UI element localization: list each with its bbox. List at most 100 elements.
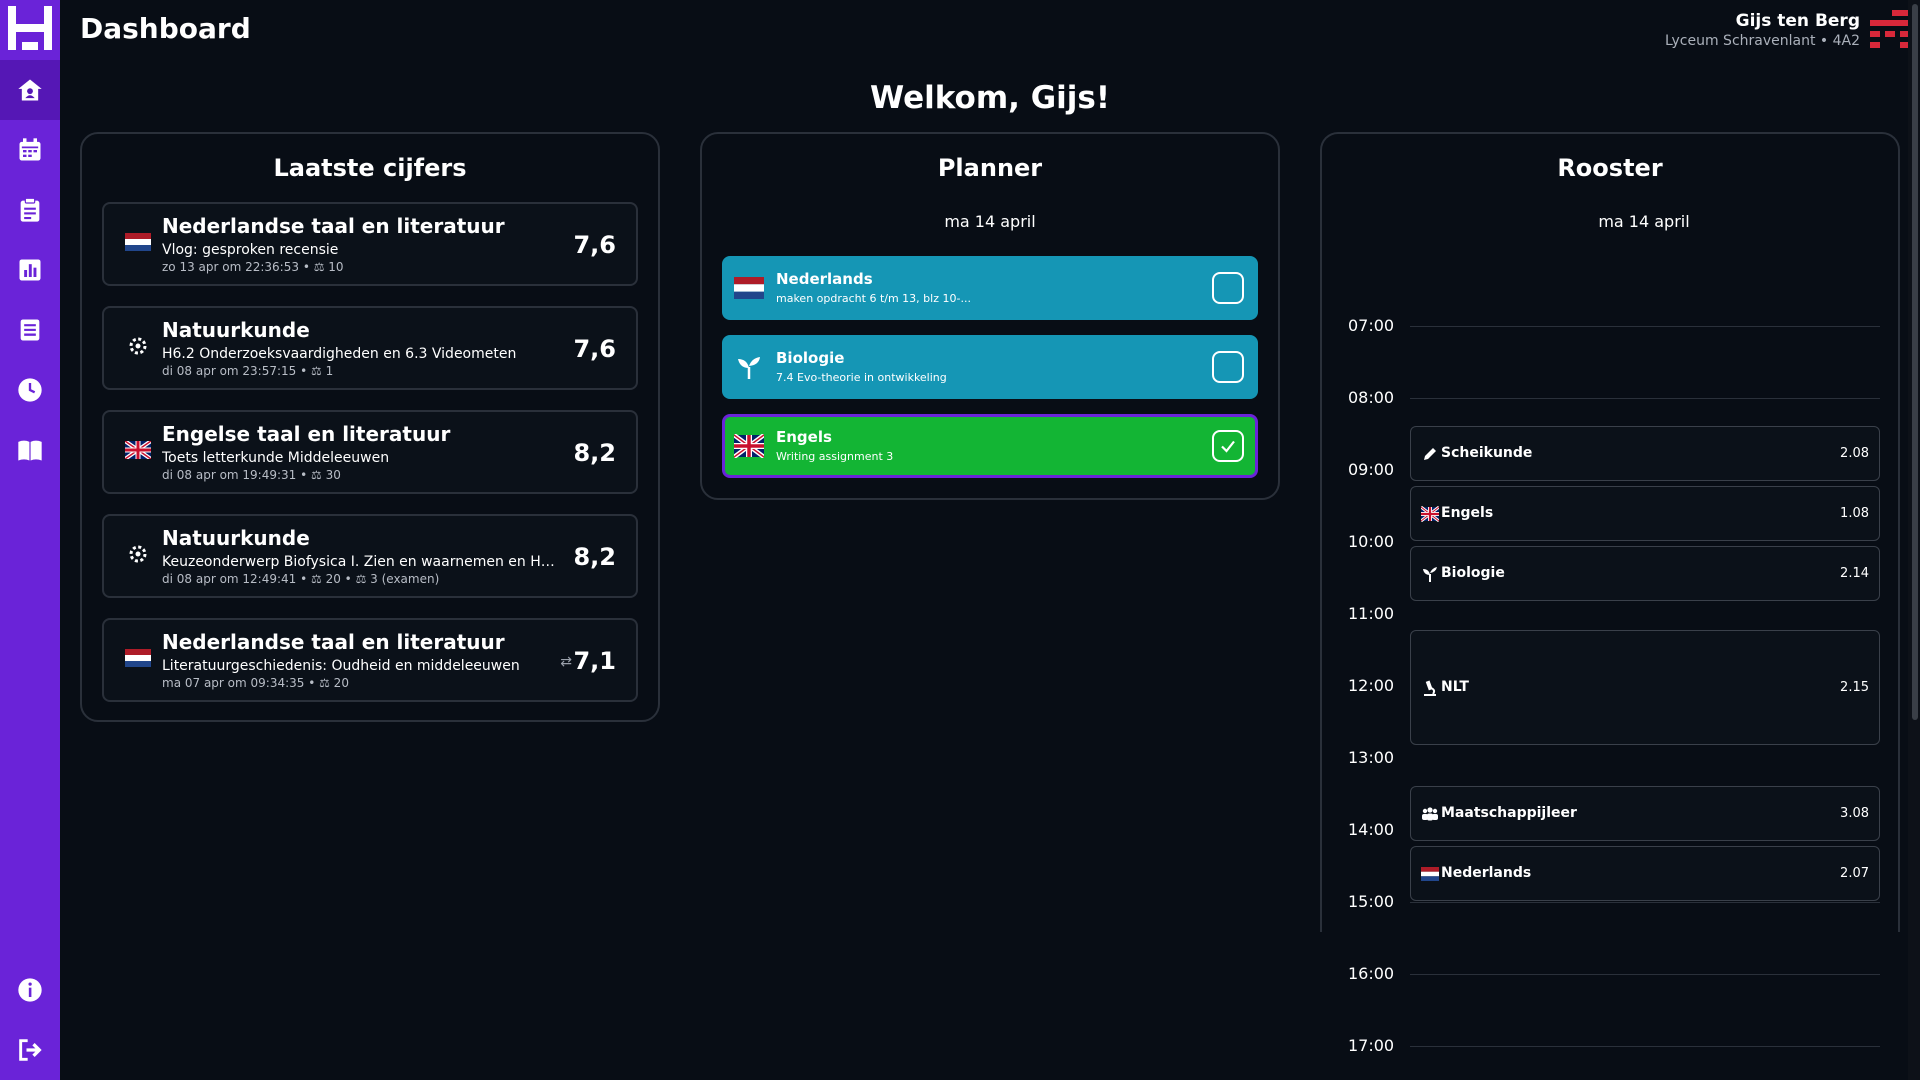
grade-item[interactable]: Natuurkunde H6.2 Onderzoeksvaardigheden … [102,306,638,390]
nav-library[interactable] [0,420,60,480]
grade-meta: zo 13 apr om 22:36:53 • ⚖ 10 [162,260,344,274]
logout-icon [19,1039,42,1061]
lesson-name: Scheikunde [1441,445,1533,461]
app-logo-icon[interactable] [8,6,52,52]
lesson-room: 1.08 [1840,506,1869,521]
school-logo-icon [1870,10,1910,48]
user-name: Gijs ten Berg [1735,11,1860,31]
lesson-name: Engels [1441,505,1494,521]
nav-info[interactable] [0,960,60,1020]
task-checkbox[interactable] [1212,272,1244,304]
hour-line [1410,326,1880,327]
home-icon [18,79,42,101]
open-book-icon [18,440,42,461]
task-title: Nederlands [776,270,873,288]
task-title: Biologie [776,349,845,367]
dutch-flag-icon [734,277,764,299]
schedule-lesson[interactable]: Nederlands 2.07 [1410,846,1880,901]
task-title: Engels [776,428,832,446]
lesson-name: Nederlands [1441,865,1532,881]
dutch-flag-icon [1421,867,1439,881]
task-description: maken opdracht 6 t/m 13, blz 10-... [776,292,971,305]
planner-task[interactable]: Biologie 7.4 Evo-theorie in ontwikkeling [722,335,1258,399]
grade-meta: ma 07 apr om 09:34:35 • ⚖ 20 [162,676,349,690]
latest-grades-panel: Laatste cijfers Nederlandse taal en lite… [80,132,660,722]
hour-label: 12:00 [1348,676,1395,695]
grade-description: H6.2 Onderzoeksvaardigheden en 6.3 Video… [162,346,517,362]
chart-icon [19,259,41,281]
schedule-lesson[interactable]: Engels 1.08 [1410,486,1880,541]
grade-description: Vlog: gesproken recensie [162,242,339,258]
hour-label: 08:00 [1348,388,1395,407]
nav-grades[interactable] [0,240,60,300]
schedule-panel: Rooster ma 14 april 07:00 08:00 09:00 10… [1320,132,1900,1055]
nav-absences[interactable] [0,360,60,420]
grade-subject: Natuurkunde [162,526,310,550]
grade-item[interactable]: Nederlandse taal en literatuur Vlog: ges… [102,202,638,286]
schedule-date: ma 14 april [1598,212,1690,231]
task-checkbox[interactable] [1212,351,1244,383]
planner-task[interactable]: Engels Writing assignment 3 [722,414,1258,478]
grade-value: 8,2 [573,439,616,467]
grade-description: Keuzeonderwerp Biofysica I. Zien en waar… [162,554,562,570]
nav-home[interactable] [0,60,60,120]
planner-task[interactable]: Nederlands maken opdracht 6 t/m 13, blz … [722,256,1258,320]
grade-meta: di 08 apr om 12:49:41 • ⚖ 20 • ⚖ 3 (exam… [162,572,440,586]
lesson-name: NLT [1441,679,1469,695]
grade-item[interactable]: Nederlandse taal en literatuur Literatuu… [102,618,638,702]
lesson-room: 2.08 [1840,446,1869,461]
nav-logout[interactable] [0,1020,60,1080]
planner-panel: Planner ma 14 april Nederlands maken opd… [700,132,1280,500]
task-description: 7.4 Evo-theorie in ontwikkeling [776,371,947,384]
planner-date: ma 14 april [944,212,1036,231]
book-icon [20,319,40,341]
grade-subject: Nederlandse taal en literatuur [162,214,505,238]
dutch-flag-icon [124,648,152,668]
grade-item[interactable]: Natuurkunde Keuzeonderwerp Biofysica I. … [102,514,638,598]
grade-subject: Nederlandse taal en literatuur [162,630,505,654]
hour-label: 16:00 [1348,964,1395,983]
welcome-heading: Welkom, Gijs! [870,80,1110,116]
sprout-icon [1423,567,1437,582]
hour-label: 07:00 [1348,316,1395,335]
scrollbar-thumb[interactable] [1912,4,1918,720]
hour-line [1410,398,1880,399]
hour-line [1410,974,1880,975]
lesson-room: 3.08 [1840,806,1869,821]
hour-label: 14:00 [1348,820,1395,839]
grade-item[interactable]: Engelse taal en literatuur Toets letterk… [102,410,638,494]
schedule-lesson[interactable]: Biologie 2.14 [1410,546,1880,601]
calendar-icon [19,138,41,161]
panel-title: Planner [937,154,1043,182]
task-checkbox-checked[interactable] [1212,430,1244,462]
atom-icon [124,544,152,564]
uk-flag-icon [734,434,764,458]
people-icon [1422,807,1438,821]
grade-value: 7,1 [573,647,616,675]
schedule-lesson[interactable]: Maatschappijleer 3.08 [1410,786,1880,841]
hour-label: 09:00 [1348,460,1395,479]
schedule-lesson[interactable]: Scheikunde 2.08 [1410,426,1880,481]
page-scrollbar[interactable] [1908,0,1920,1080]
nav-assignments[interactable] [0,180,60,240]
page-title: Dashboard [80,12,251,45]
grade-subject: Natuurkunde [162,318,310,342]
nav-studyguides[interactable] [0,300,60,360]
lesson-room: 2.15 [1840,680,1869,695]
clock-icon [18,378,42,402]
microscope-icon [1424,680,1436,696]
lesson-room: 2.07 [1840,866,1869,881]
nav-calendar[interactable] [0,120,60,180]
grade-description: Toets letterkunde Middeleeuwen [162,450,390,466]
dutch-flag-icon [124,232,152,252]
grade-description: Literatuurgeschiedenis: Oudheid en midde… [162,658,520,674]
lesson-name: Maatschappijleer [1441,805,1577,821]
sidebar [0,0,60,1080]
retake-icon: ⇄ [560,654,572,670]
grade-value: 8,2 [573,543,616,571]
atom-icon [124,336,152,356]
info-icon [18,978,42,1002]
lesson-name: Biologie [1441,565,1505,581]
schedule-lesson[interactable]: NLT 2.15 [1410,630,1880,745]
hour-label: 10:00 [1348,532,1395,551]
